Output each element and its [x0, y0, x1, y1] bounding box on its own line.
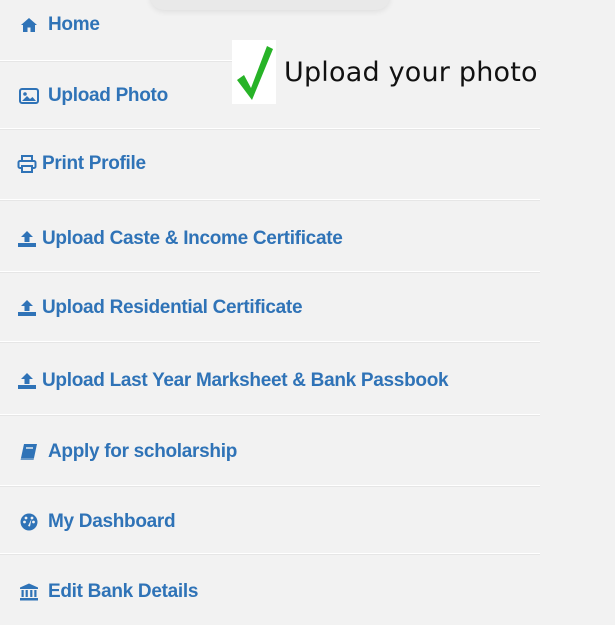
menu-divider [0, 414, 540, 416]
menu-item-label: My Dashboard [48, 511, 176, 532]
menu-item-edit-bank-details[interactable]: Edit Bank Details [0, 559, 198, 625]
dashboard-icon [19, 512, 39, 532]
menu-item-label: Home [48, 14, 100, 35]
menu-item-label: Print Profile [42, 153, 146, 174]
upload-photo-annotation: Upload your photo [232, 40, 538, 104]
menu-item-upload-caste-income[interactable]: Upload Caste & Income Certificate [0, 206, 343, 272]
book-icon [19, 442, 39, 462]
top-panel-edge [150, 0, 390, 10]
menu-divider [0, 485, 540, 487]
menu-item-upload-photo[interactable]: Upload Photo [0, 63, 168, 129]
menu-item-label: Upload Photo [48, 85, 168, 106]
menu-divider [0, 553, 540, 555]
menu-item-upload-marksheet-passbook[interactable]: Upload Last Year Marksheet & Bank Passbo… [0, 348, 449, 414]
menu-item-label: Upload Caste & Income Certificate [42, 228, 343, 249]
print-icon [17, 154, 37, 174]
menu-divider [0, 128, 540, 130]
menu-item-label: Upload Last Year Marksheet & Bank Passbo… [42, 370, 449, 391]
menu-divider [0, 341, 540, 343]
upload-icon [17, 229, 37, 249]
menu-item-print-profile[interactable]: Print Profile [0, 131, 146, 197]
menu-item-apply-scholarship[interactable]: Apply for scholarship [0, 419, 237, 485]
home-icon [19, 15, 39, 35]
upload-icon [17, 371, 37, 391]
upload-icon [17, 298, 37, 318]
menu-item-my-dashboard[interactable]: My Dashboard [0, 489, 176, 555]
bank-icon [19, 582, 39, 602]
menu-item-home[interactable]: Home [0, 0, 100, 58]
menu-item-upload-residential[interactable]: Upload Residential Certificate [0, 275, 303, 341]
annotation-text: Upload your photo [284, 56, 538, 88]
menu-item-label: Apply for scholarship [48, 441, 238, 462]
menu-item-label: Edit Bank Details [48, 581, 199, 602]
menu-divider [0, 271, 540, 273]
checkmark-icon [232, 40, 276, 104]
image-icon [19, 86, 39, 106]
menu-item-label: Upload Residential Certificate [42, 297, 303, 318]
menu-divider [0, 199, 540, 201]
